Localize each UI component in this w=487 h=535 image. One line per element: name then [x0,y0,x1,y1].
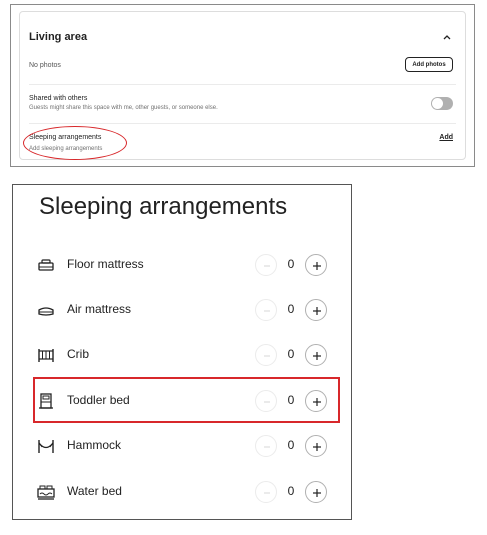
annotation-highlight-box [33,377,340,423]
increase-button[interactable] [305,299,327,321]
list-item-hammock: Hammock 0 [13,431,351,461]
add-photos-button[interactable]: Add photos [405,57,453,72]
increase-button[interactable] [305,344,327,366]
count-value: 0 [287,438,295,452]
decrease-button[interactable] [255,481,277,503]
list-item-crib: Crib 0 [13,340,351,370]
toggle-knob [432,98,443,109]
add-sleeping-link[interactable]: Add [439,134,453,141]
decrease-button[interactable] [255,254,277,276]
list-item-water-bed: Water bed 0 [13,477,351,507]
shared-title: Shared with others [29,95,88,102]
increase-button[interactable] [305,481,327,503]
plus-icon [313,489,321,497]
photos-status: No photos [29,62,61,69]
count-value: 0 [287,484,295,498]
count-value: 0 [287,347,295,361]
plus-icon [313,443,321,451]
list-item-floor-mattress: Floor mattress 0 [13,250,351,280]
increase-button[interactable] [305,254,327,276]
hammock-icon [38,440,54,453]
living-area-screenshot: Living area No photos Add photos Shared … [10,4,475,167]
divider [29,84,456,85]
count-value: 0 [287,302,295,316]
item-label: Air mattress [67,302,132,316]
plus-icon [313,262,321,270]
divider [29,123,456,124]
increase-button[interactable] [305,435,327,457]
item-label: Hammock [67,438,122,452]
water-bed-icon [37,485,55,500]
list-item-air-mattress: Air mattress 0 [13,295,351,325]
plus-icon [313,352,321,360]
item-label: Floor mattress [67,257,144,271]
sleeping-arrangements-panel: Sleeping arrangements Floor mattress 0 A… [12,184,352,520]
plus-icon [313,307,321,315]
crib-icon [38,349,54,362]
living-area-title: Living area [29,31,88,43]
minus-icon [264,355,270,357]
floor-mattress-icon [38,259,54,271]
minus-icon [264,310,270,312]
minus-icon [264,446,270,448]
air-mattress-icon [38,307,54,316]
decrease-button[interactable] [255,344,277,366]
annotation-ellipse [23,126,127,160]
minus-icon [264,265,270,267]
chevron-up-icon[interactable] [441,32,453,42]
item-label: Crib [67,347,90,361]
count-value: 0 [287,257,295,271]
item-label: Water bed [67,484,122,498]
decrease-button[interactable] [255,435,277,457]
page-title: Sleeping arrangements [39,193,288,220]
shared-toggle[interactable] [431,97,453,110]
shared-subtitle: Guests might share this space with me, o… [29,105,218,111]
minus-icon [264,492,270,494]
decrease-button[interactable] [255,299,277,321]
